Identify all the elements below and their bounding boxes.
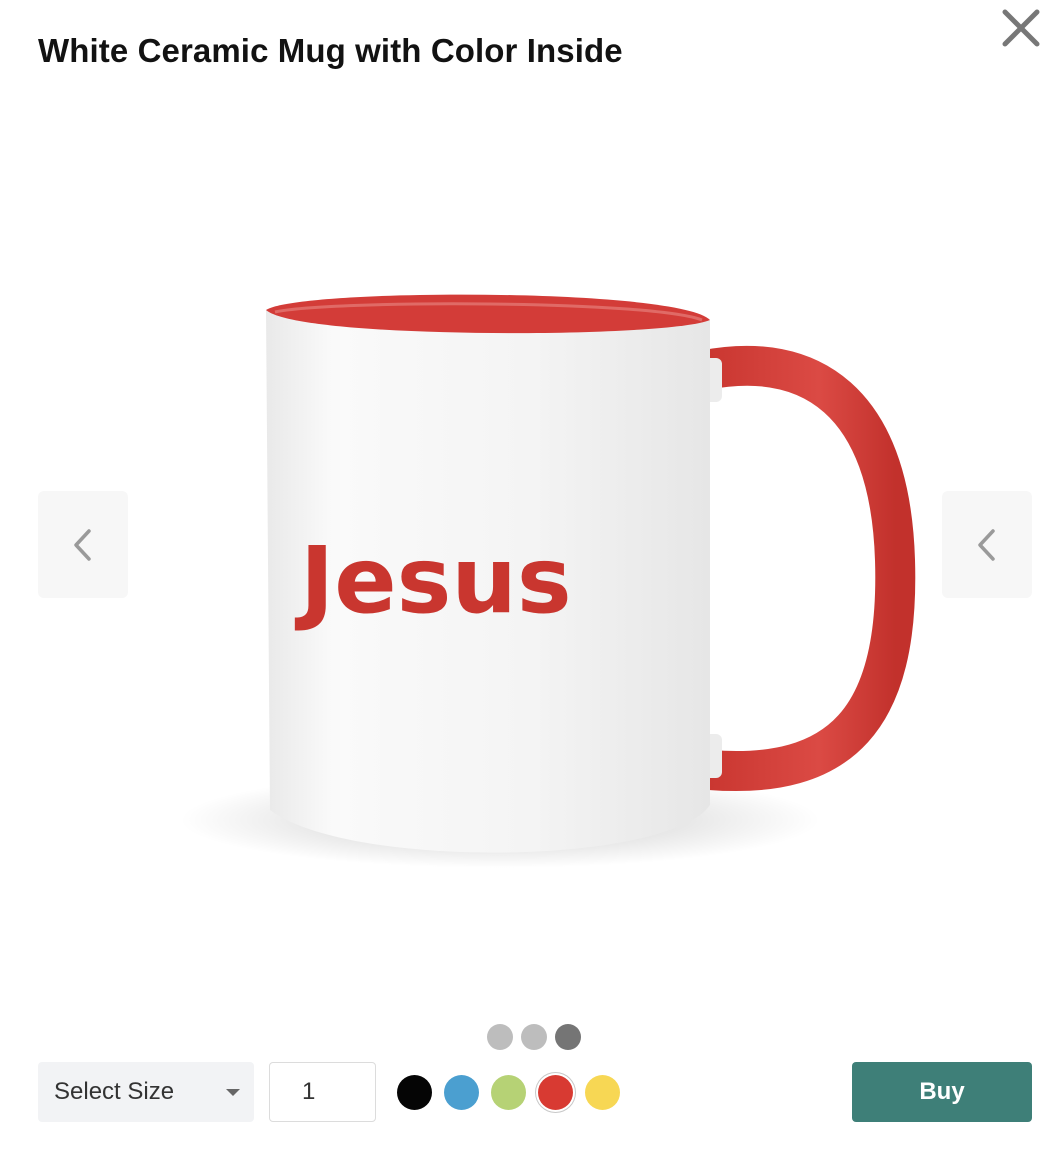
product-title: White Ceramic Mug with Color Inside: [38, 32, 623, 69]
close-button[interactable]: [997, 4, 1045, 52]
chevron-left-icon: [978, 528, 995, 561]
carousel-dots: [487, 1024, 581, 1050]
close-icon: [1002, 9, 1040, 47]
color-swatch-red[interactable]: [538, 1075, 573, 1110]
color-swatch-green[interactable]: [491, 1075, 526, 1110]
size-select-label: Select Size: [54, 1078, 175, 1105]
buy-button[interactable]: Buy: [852, 1062, 1032, 1122]
color-swatches: [397, 1075, 620, 1110]
size-select[interactable]: Select Size: [38, 1062, 254, 1122]
chevron-left-icon: [74, 528, 91, 561]
product-image: Jesus: [150, 250, 920, 910]
carousel-dot-active[interactable]: [555, 1024, 581, 1050]
carousel-dot[interactable]: [521, 1024, 547, 1050]
mug-product-image: Jesus: [180, 294, 916, 868]
prev-image-button[interactable]: [38, 491, 128, 598]
carousel-dot[interactable]: [487, 1024, 513, 1050]
color-swatch-black[interactable]: [397, 1075, 432, 1110]
color-swatch-blue[interactable]: [444, 1075, 479, 1110]
color-swatch-yellow[interactable]: [585, 1075, 620, 1110]
mug-print-text: Jesus: [294, 527, 572, 634]
next-image-button[interactable]: [942, 491, 1032, 598]
caret-down-icon: [226, 1089, 240, 1096]
quantity-input[interactable]: [269, 1062, 376, 1122]
